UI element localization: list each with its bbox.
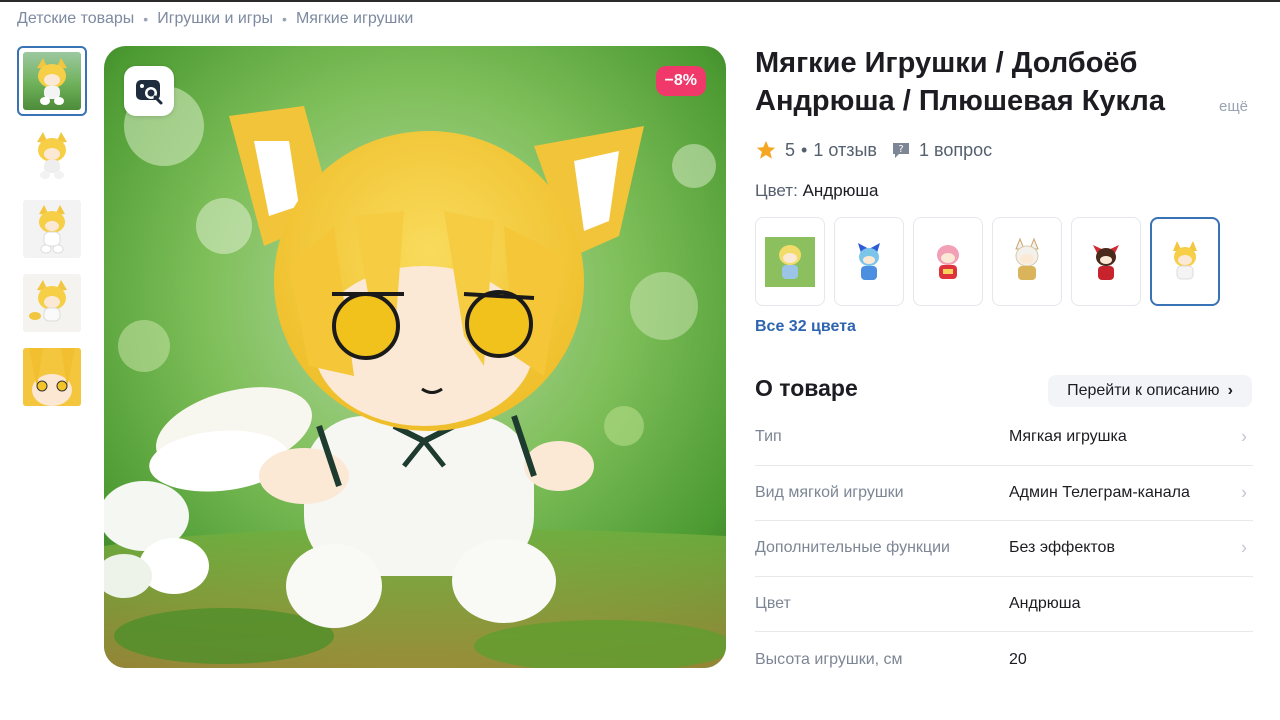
swatch-green-doll[interactable] [755,217,825,306]
thumbnail-list [17,46,87,416]
spec-name: Дополнительные функции [755,539,950,557]
top-border [0,0,1280,2]
breadcrumb-separator: • [143,11,149,27]
chevron-right-icon: › [1241,482,1247,503]
spec-value: Админ Телеграм-канала [1009,483,1190,501]
discount-badge: −8% [655,66,706,96]
fox-plush-icon [29,280,67,322]
spec-name: Вид мягкой игрушки [755,483,904,501]
color-label-value: Андрюша [802,181,879,200]
thumbnail-1[interactable] [17,46,87,116]
spec-value: Андрюша [1009,594,1081,612]
spec-row[interactable]: Вид мягкой игрушки Админ Телеграм-канала… [755,466,1253,521]
spec-row[interactable]: Дополнительные функции Без эффектов › [755,521,1253,577]
thumbnail-5[interactable] [17,342,87,412]
svg-text:?: ? [898,144,903,155]
spec-name: Тип [755,428,782,446]
thumbnail-4[interactable] [17,268,87,338]
title-more-link[interactable]: ещё [1219,98,1248,115]
doll-icon [858,242,880,280]
thumbnail-2[interactable] [17,120,87,190]
thumbnail-3[interactable] [17,194,87,264]
fox-plush-photo [104,46,726,668]
doll-icon [765,236,815,287]
questions-link[interactable]: 1 вопрос [919,140,992,161]
reviews-link[interactable]: 1 отзыв [813,140,877,161]
all-colors-link[interactable]: Все 32 цвета [755,318,856,336]
image-search-icon [136,80,163,105]
chevron-right-icon: › [1241,537,1247,558]
chevron-right-icon: › [1241,426,1247,447]
chevron-right-icon: › [1227,382,1233,399]
spec-row: Высота игрушки, см 20 [755,632,1253,688]
rating-value: 5 [785,139,796,160]
swatch-red-doll[interactable] [913,217,983,306]
fox-plush-icon [39,205,65,254]
fox-plush-icon [37,132,67,179]
main-product-image[interactable]: −8% [104,46,726,668]
color-swatches [755,217,1229,306]
breadcrumb-item-toys[interactable]: Игрушки и игры [157,10,273,28]
doll-icon [1015,237,1039,280]
spec-value: Мягкая игрушка [1009,428,1127,446]
rating-row: 5 • 1 отзыв ? 1 вопрос [755,139,992,161]
fox-plush-icon [37,58,67,105]
breadcrumb-separator: • [282,11,287,27]
spec-table: Тип Мягкая игрушка › Вид мягкой игрушки … [755,410,1253,688]
swatch-white-doll[interactable] [992,217,1062,306]
spec-name: Высота игрушки, см [755,650,903,668]
color-label: Цвет: Андрюша [755,181,879,201]
go-to-description-button[interactable]: Перейти к описанию › [1048,375,1252,407]
go-to-description-label: Перейти к описанию [1067,382,1220,399]
question-bubble-icon: ? [892,143,909,158]
swatch-shrine-doll[interactable] [1071,217,1141,306]
doll-icon [1093,244,1119,280]
spec-name: Цвет [755,594,791,612]
image-search-button[interactable] [124,66,174,116]
rating-separator: • [801,139,808,160]
fox-face-closeup-icon [23,348,81,406]
spec-value: Без эффектов [1009,539,1115,557]
breadcrumb-item-kids[interactable]: Детские товары [17,10,134,28]
doll-icon [937,244,959,279]
star-icon [756,140,776,159]
breadcrumb-item-soft-toys[interactable]: Мягкие игрушки [296,10,413,28]
color-label-text: Цвет: [755,181,798,200]
about-section-title: О товаре [755,375,858,401]
product-title: Мягкие Игрушки / Долбоёб Андрюша / Плюше… [755,47,1165,117]
swatch-fox-doll[interactable] [1150,217,1220,306]
breadcrumb: Детские товары • Игрушки и игры • Мягкие… [17,10,413,28]
doll-icon [1173,240,1197,279]
swatch-blue-doll[interactable] [834,217,904,306]
spec-value: 20 [1009,650,1027,668]
spec-row: Цвет Андрюша [755,577,1253,632]
spec-row[interactable]: Тип Мягкая игрушка › [755,410,1253,466]
